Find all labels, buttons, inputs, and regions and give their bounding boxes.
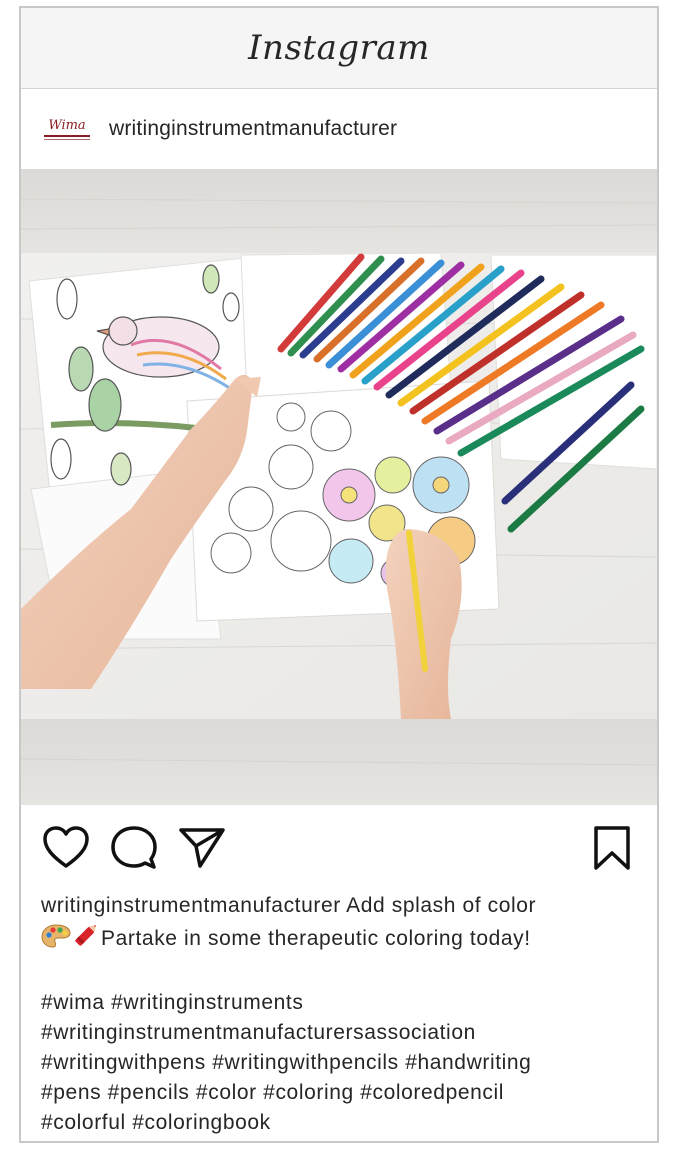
- avatar[interactable]: Wima: [41, 113, 93, 145]
- avatar-rule-thin: [44, 138, 90, 140]
- post-card: Instagram Wima writinginstrumentmanufact…: [19, 6, 659, 1143]
- post-header: Wima writinginstrumentmanufacturer: [21, 89, 657, 169]
- coloring-photo-illustration: [21, 169, 657, 805]
- hashtags[interactable]: #wima #writinginstruments #writinginstru…: [41, 988, 637, 1138]
- artist-palette-icon: [41, 923, 71, 958]
- post-username[interactable]: writinginstrumentmanufacturer: [109, 117, 397, 141]
- caption-text: Add splash of color: [346, 894, 537, 917]
- caption-line-2: Partake in some therapeutic coloring tod…: [41, 921, 637, 958]
- paper-plane-icon[interactable]: [177, 823, 227, 873]
- app-header: Instagram: [21, 8, 657, 89]
- comment-bubble-icon[interactable]: [109, 823, 159, 873]
- caption-line-1: writinginstrumentmanufacturer Add splash…: [41, 891, 637, 921]
- crayon-icon: [71, 921, 101, 958]
- caption-username[interactable]: writinginstrumentmanufacturer: [41, 894, 341, 917]
- bookmark-icon[interactable]: [587, 823, 637, 873]
- caption-text-2: Partake in some therapeutic coloring tod…: [101, 927, 531, 950]
- avatar-rule: [44, 134, 90, 137]
- heart-icon[interactable]: [41, 823, 91, 873]
- post-caption: writinginstrumentmanufacturer Add splash…: [21, 891, 657, 1138]
- post-image[interactable]: [21, 169, 657, 805]
- avatar-logo-text: Wima: [48, 117, 86, 133]
- action-bar: [21, 805, 657, 891]
- instagram-logo[interactable]: Instagram: [248, 28, 430, 68]
